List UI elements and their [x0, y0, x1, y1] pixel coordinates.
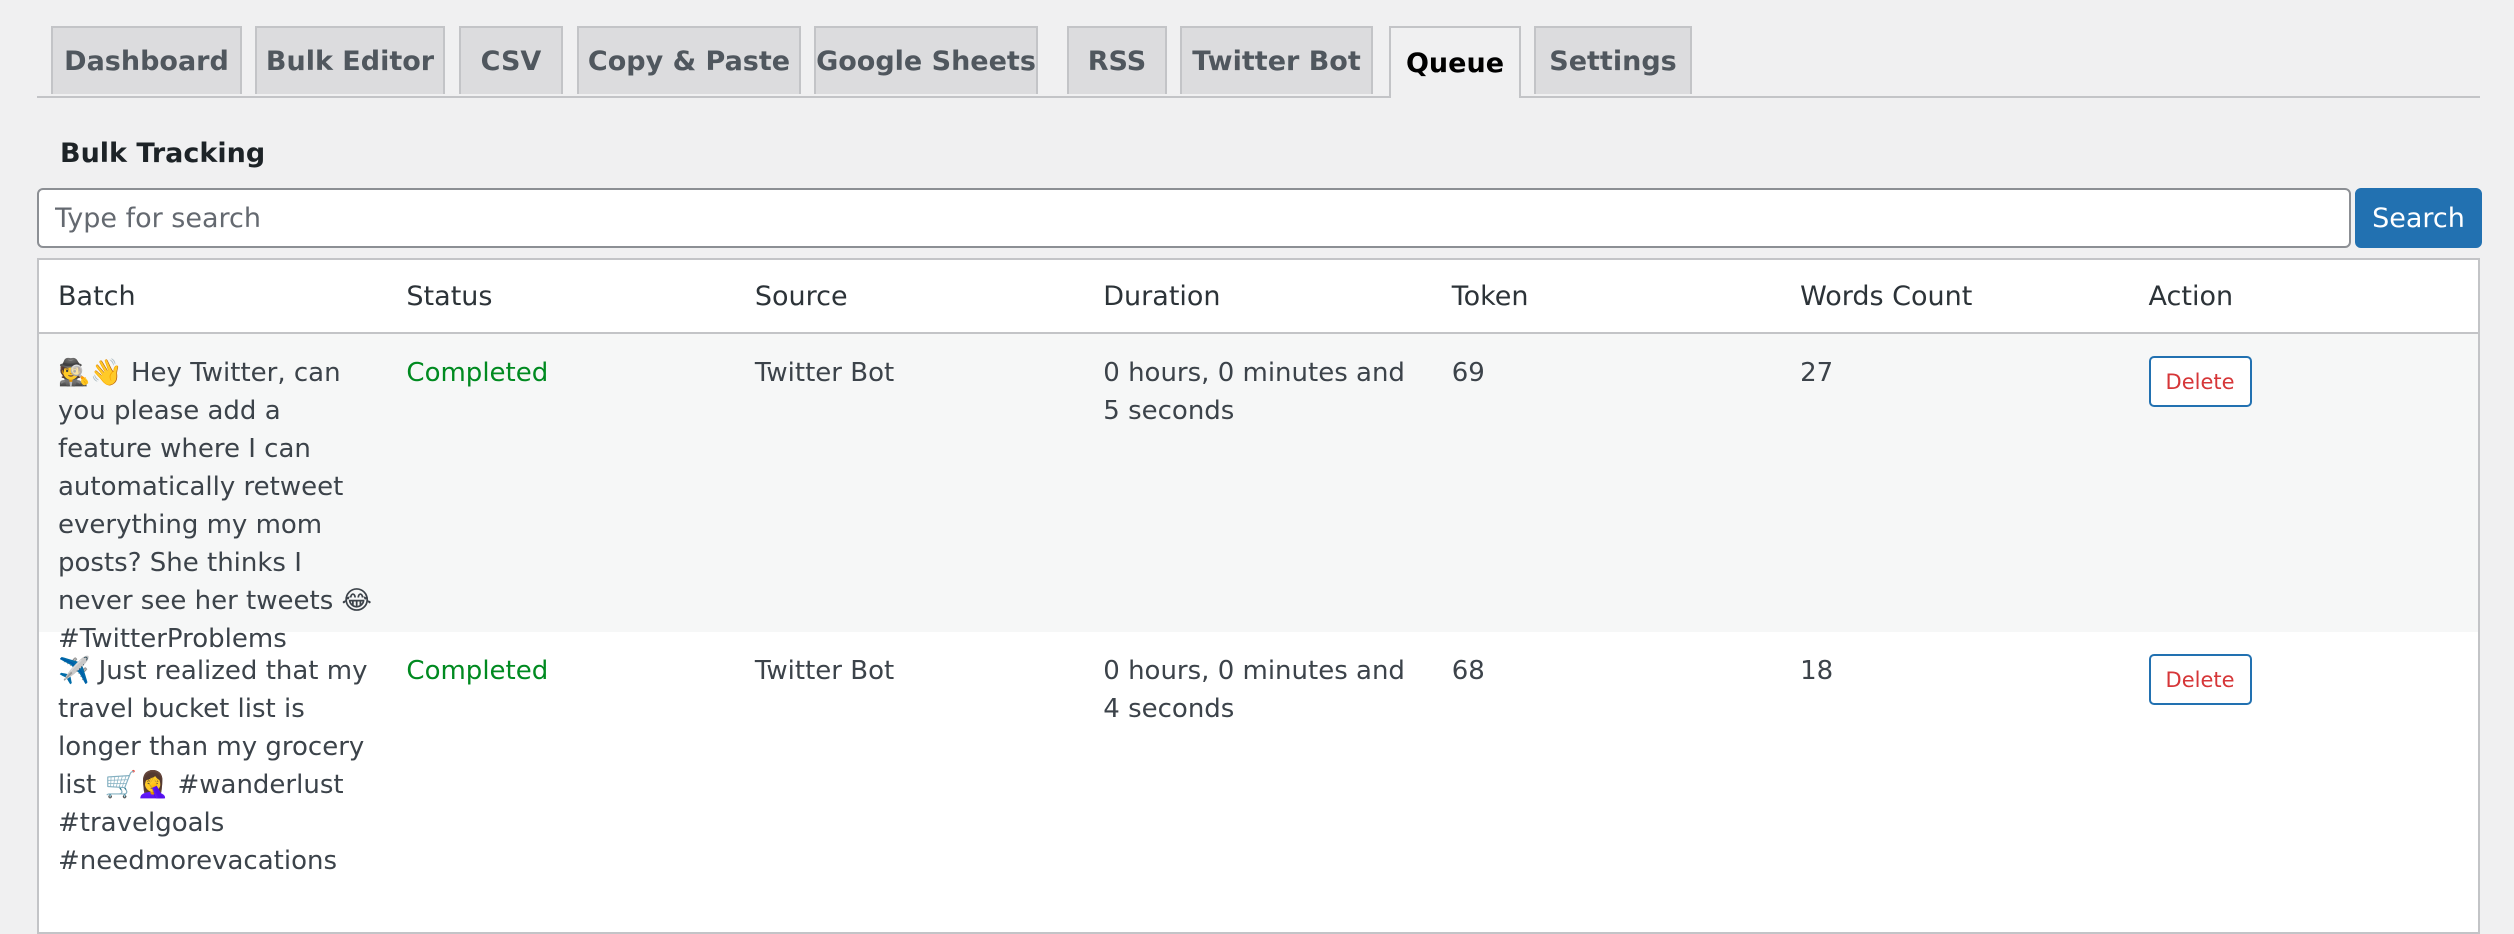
tab-csv[interactable]: CSV	[459, 26, 563, 94]
cell-action: Delete	[2130, 354, 2478, 407]
tab-google-sheets[interactable]: Google Sheets	[814, 26, 1038, 94]
header-token: Token	[1451, 280, 1529, 312]
search-input[interactable]	[37, 188, 2351, 248]
header-duration: Duration	[1103, 280, 1221, 312]
tab-settings[interactable]: Settings	[1534, 26, 1692, 94]
tab-twitter-bot[interactable]: Twitter Bot	[1180, 26, 1373, 94]
status-badge: Completed	[406, 656, 549, 686]
cell-batch: ✈️ Just realized that my travel bucket l…	[58, 656, 368, 876]
header-words-count: Words Count	[1800, 280, 1973, 312]
header-batch: Batch	[58, 280, 136, 312]
table-header: Batch Status Source Duration Token Words…	[39, 260, 2478, 334]
cell-token: 69	[1451, 358, 1485, 388]
delete-button[interactable]: Delete	[2148, 654, 2252, 705]
cell-duration: 0 hours, 0 minutes and 4 seconds	[1103, 656, 1405, 724]
tab-rss[interactable]: RSS	[1067, 26, 1167, 94]
table-row: 🕵️👋 Hey Twitter, can you please add a fe…	[39, 334, 2478, 654]
status-badge: Completed	[406, 358, 549, 388]
section-title: Bulk Tracking	[60, 138, 266, 169]
search-button[interactable]: Search	[2355, 188, 2482, 248]
cell-action: Delete	[2130, 652, 2478, 705]
cell-words-count: 18	[1800, 656, 1834, 686]
tab-bulk-editor[interactable]: Bulk Editor	[255, 26, 445, 94]
cell-words-count: 27	[1800, 358, 1834, 388]
header-source: Source	[754, 280, 848, 312]
tab-copy-paste[interactable]: Copy & Paste	[577, 26, 801, 94]
header-status: Status	[406, 280, 493, 312]
table-row: ✈️ Just realized that my travel bucket l…	[39, 632, 2478, 932]
tab-bar: Dashboard Bulk Editor CSV Copy & Paste G…	[37, 0, 2480, 98]
cell-source: Twitter Bot	[754, 358, 895, 388]
search-row: Search	[37, 188, 2482, 248]
delete-button[interactable]: Delete	[2148, 356, 2252, 407]
cell-source: Twitter Bot	[754, 656, 895, 686]
bulk-tracking-table: Batch Status Source Duration Token Words…	[37, 258, 2480, 934]
tab-dashboard[interactable]: Dashboard	[51, 26, 242, 94]
header-action: Action	[2148, 280, 2234, 312]
tab-queue[interactable]: Queue	[1389, 26, 1521, 98]
cell-duration: 0 hours, 0 minutes and 5 seconds	[1103, 358, 1405, 426]
page-wrapper: Dashboard Bulk Editor CSV Copy & Paste G…	[37, 0, 2482, 934]
cell-batch: 🕵️👋 Hey Twitter, can you please add a fe…	[58, 358, 372, 654]
cell-token: 68	[1451, 656, 1485, 686]
